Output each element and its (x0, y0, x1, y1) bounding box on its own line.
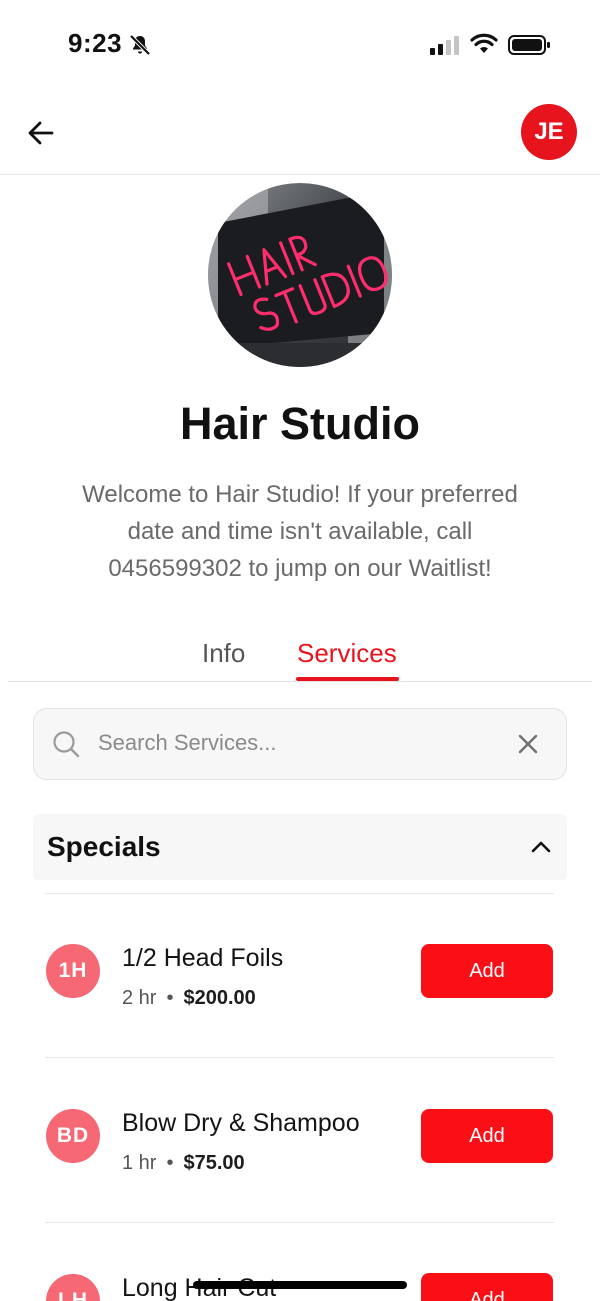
add-service-button[interactable]: Add (421, 1273, 553, 1301)
service-meta: 1 hr • $75.00 (122, 1152, 245, 1175)
search-icon (53, 731, 80, 758)
service-name: Blow Dry & Shampoo (122, 1109, 360, 1137)
section-title: Specials (47, 831, 161, 862)
service-meta: 2 hr • $200.00 (122, 987, 256, 1010)
business-photo (208, 183, 392, 367)
tab-services[interactable]: Services (297, 638, 397, 669)
back-arrow-icon[interactable] (26, 118, 56, 148)
separator-dot: • (166, 1152, 174, 1174)
cellular-signal-icon (430, 36, 459, 55)
row-divider (45, 1222, 554, 1223)
separator-dot: • (166, 987, 174, 1009)
header-divider (0, 174, 600, 175)
add-service-button[interactable]: Add (421, 944, 553, 998)
clear-search-icon[interactable] (516, 732, 540, 756)
neon-sign-image (208, 183, 392, 367)
service-initials-badge: 1H (46, 944, 100, 998)
business-description: Welcome to Hair Studio! If your preferre… (82, 481, 518, 582)
tab-info[interactable]: Info (202, 638, 245, 669)
service-name: 1/2 Head Foils (122, 944, 284, 972)
service-duration: 2 hr (122, 987, 157, 1009)
service-price: $200.00 (183, 987, 256, 1009)
tabs-divider (8, 681, 592, 682)
service-initials-badge: LH (46, 1274, 100, 1301)
user-avatar[interactable]: JE (521, 104, 577, 160)
row-divider (45, 1057, 554, 1058)
service-initials-badge: BD (46, 1109, 100, 1163)
chevron-up-icon[interactable] (530, 838, 552, 856)
add-service-button[interactable]: Add (421, 1109, 553, 1163)
service-duration: 1 hr (122, 1152, 157, 1174)
search-input[interactable] (98, 720, 498, 766)
section-divider (45, 893, 554, 894)
battery-icon (508, 35, 550, 55)
business-name: Hair Studio (179, 398, 420, 449)
wifi-icon (470, 33, 498, 53)
bell-muted-icon (129, 34, 151, 56)
home-indicator (193, 1281, 407, 1289)
service-price: $75.00 (183, 1152, 245, 1174)
status-time: 9:23 (68, 28, 123, 58)
